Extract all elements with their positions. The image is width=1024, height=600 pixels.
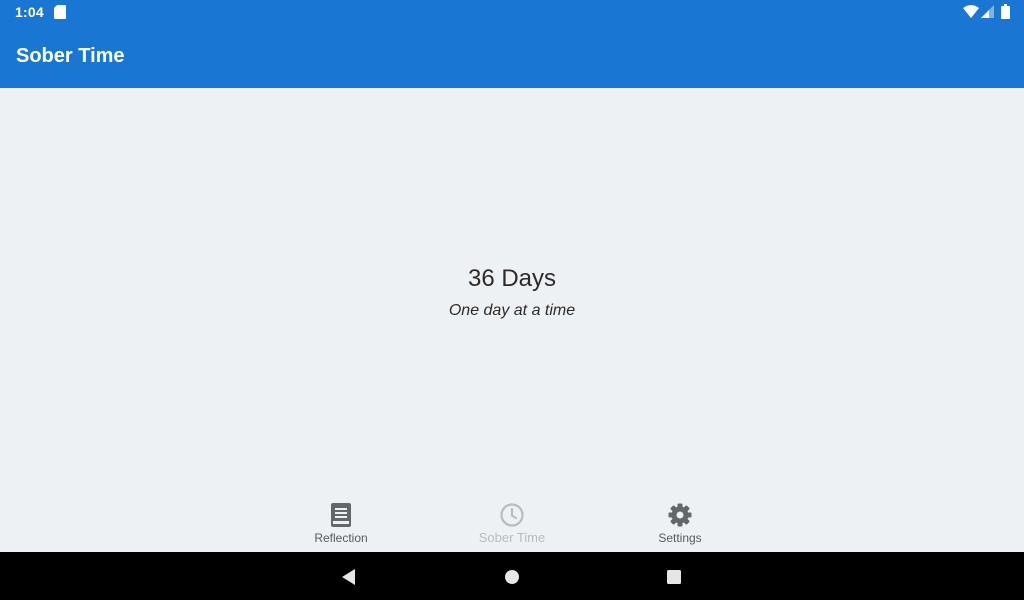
- system-navigation-bar: [0, 552, 1024, 600]
- nav-label-reflection: Reflection: [314, 531, 368, 545]
- nav-item-sober-time[interactable]: Sober Time: [442, 496, 582, 552]
- battery-icon: [1001, 4, 1010, 19]
- book-icon: [331, 503, 351, 527]
- sober-days-count: 36 Days: [467, 265, 557, 292]
- home-icon[interactable]: [503, 568, 521, 586]
- back-icon[interactable]: [340, 568, 358, 586]
- status-time: 1:04: [15, 4, 44, 20]
- clock-icon: [500, 503, 524, 527]
- main-content: 36 Days One day at a time: [0, 88, 1024, 496]
- wifi-icon: [963, 5, 979, 18]
- tagline: One day at a time: [448, 302, 576, 319]
- bottom-navigation: Reflection Sober Time Settings: [0, 496, 1024, 552]
- app-title: Sober Time: [16, 45, 125, 67]
- nav-label-sober-time: Sober Time: [478, 530, 546, 545]
- status-bar: 1:04: [0, 0, 1024, 24]
- recents-icon[interactable]: [665, 568, 683, 586]
- nav-label-settings: Settings: [658, 531, 702, 545]
- app-screen: 1:04 Sober Time 36 Days One day at a tim…: [0, 0, 1024, 600]
- app-bar: 1:04 Sober Time: [0, 0, 1024, 88]
- signal-icon: [981, 5, 994, 18]
- gear-icon: [668, 503, 692, 527]
- nav-item-reflection[interactable]: Reflection: [271, 496, 411, 552]
- sd-card-icon: [54, 5, 66, 19]
- nav-item-settings[interactable]: Settings: [610, 496, 750, 552]
